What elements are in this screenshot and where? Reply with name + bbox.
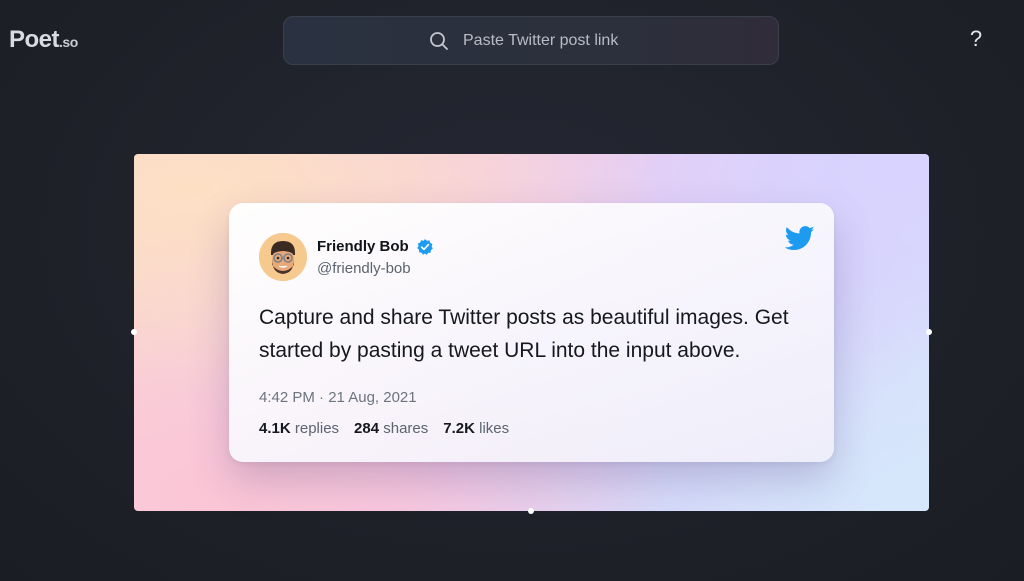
replies-count: 4.1K — [259, 420, 291, 437]
verified-badge-icon — [416, 238, 434, 256]
search-bar[interactable] — [283, 16, 779, 65]
tweet-stats: 4.1K replies 284 shares 7.2K likes — [259, 420, 509, 437]
author-handle: @friendly-bob — [317, 260, 411, 277]
logo-main: Poet — [9, 26, 60, 53]
likes-count: 7.2K — [443, 420, 475, 437]
search-icon — [429, 31, 449, 51]
avatar — [259, 233, 307, 281]
twitter-bird-icon — [784, 226, 815, 251]
likes-label: likes — [479, 420, 510, 437]
search-input[interactable] — [463, 31, 633, 50]
likes-stat: 7.2K likes — [443, 420, 509, 437]
resize-handle-bottom[interactable] — [528, 508, 534, 514]
shares-stat: 284 shares — [354, 420, 428, 437]
tweet-timestamp: 4:42 PM · 21 Aug, 2021 — [259, 389, 417, 406]
resize-handle-right[interactable] — [926, 329, 932, 335]
replies-stat: 4.1K replies — [259, 420, 339, 437]
help-button[interactable]: ? — [962, 26, 990, 56]
logo[interactable]: Poet.so — [9, 26, 78, 54]
tweet-text: Capture and share Twitter posts as beaut… — [259, 306, 789, 362]
author-name: Friendly Bob — [317, 238, 409, 255]
logo-suffix: .so — [59, 34, 78, 50]
shares-count: 284 — [354, 420, 380, 437]
resize-handle-left[interactable] — [131, 329, 137, 335]
tweet-card: Friendly Bob @friendly-bob Capture and s… — [229, 203, 834, 462]
app-page: Poet.so ? — [0, 0, 1024, 581]
replies-label: replies — [294, 420, 340, 437]
shares-label: shares — [383, 420, 429, 437]
